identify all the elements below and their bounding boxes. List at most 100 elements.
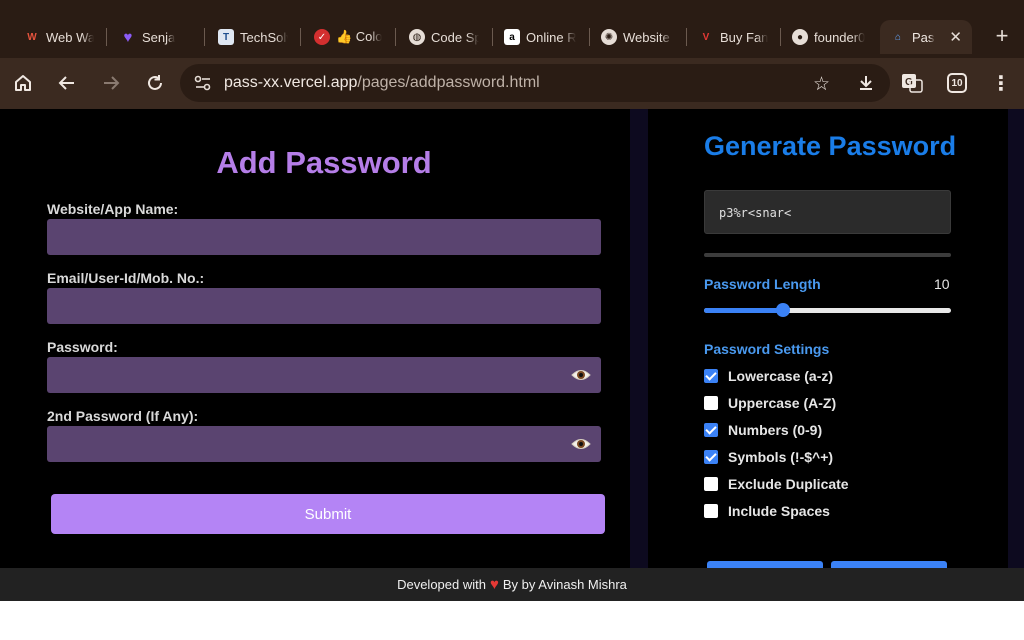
tab-strip: W Web Wall ♥ Senja T TechSolv ✓ 👍 Color … xyxy=(0,0,1024,58)
tab-2[interactable]: T TechSolv xyxy=(208,20,298,54)
option-include-spaces[interactable]: Include Spaces xyxy=(704,503,830,519)
password2-label: 2nd Password (If Any): xyxy=(47,408,199,424)
site-settings-icon[interactable] xyxy=(194,75,212,96)
password-length-label: Password Length xyxy=(704,276,821,292)
tab-title: Website C xyxy=(623,29,673,45)
tab-3[interactable]: ✓ 👍 Color xyxy=(304,20,392,54)
tab-title: Buy Fanc xyxy=(720,29,768,45)
globe-favicon-icon: ◍ xyxy=(409,29,425,45)
option-label: Include Spaces xyxy=(728,503,830,519)
tab-active-password[interactable]: ⌂ Passw ✕ xyxy=(880,20,972,54)
tab-5[interactable]: a Online Re xyxy=(494,20,586,54)
wall-favicon-icon: W xyxy=(27,31,37,43)
option-symbols[interactable]: Symbols (!-$^+) xyxy=(704,449,833,465)
option-exclude-duplicate[interactable]: Exclude Duplicate xyxy=(704,476,849,492)
option-numbers[interactable]: Numbers (0-9) xyxy=(704,422,822,438)
tab-6[interactable]: ✺ Website C xyxy=(591,20,683,54)
bookmark-star-icon[interactable]: ☆ xyxy=(813,73,830,96)
generate-password-title: Generate Password xyxy=(704,131,957,161)
eye-icon[interactable] xyxy=(571,435,591,453)
footer: Developed with ♥ By by Avinash Mishra xyxy=(0,568,1024,601)
svg-text:G: G xyxy=(905,77,913,88)
new-tab-icon[interactable]: + xyxy=(990,24,1014,48)
tab-title: Web Wall xyxy=(46,29,94,45)
translate-extension-icon[interactable]: G xyxy=(899,70,925,96)
password-settings-label: Password Settings xyxy=(704,341,830,357)
strength-bar xyxy=(704,253,951,257)
tab-title: founder0 xyxy=(814,29,866,45)
password-favicon-icon: ⌂ xyxy=(894,31,902,43)
checkbox[interactable] xyxy=(704,504,718,518)
chatgpt-favicon-icon: ✺ xyxy=(601,29,617,45)
tab-title: Online Re xyxy=(526,29,576,45)
reload-icon[interactable] xyxy=(142,70,168,96)
back-icon[interactable] xyxy=(54,70,80,96)
shop-favicon-icon: V xyxy=(702,31,710,43)
techsolv-favicon-icon: T xyxy=(218,29,234,45)
generate-password-panel: Generate Password p3%r<snar< Password Le… xyxy=(648,109,1008,568)
password-label: Password: xyxy=(47,339,118,355)
tab-title: Senja xyxy=(142,29,176,45)
submit-button[interactable]: Submit xyxy=(51,494,605,534)
checkbox[interactable] xyxy=(704,396,718,410)
address-bar[interactable]: pass-xx.vercel.app/pages/addpassword.htm… xyxy=(180,64,890,102)
slider-knob[interactable] xyxy=(776,303,791,317)
browser-toolbar: pass-xx.vercel.app/pages/addpassword.htm… xyxy=(0,58,1024,109)
close-icon[interactable]: ✕ xyxy=(949,28,962,46)
email-label: Email/User-Id/Mob. No.: xyxy=(47,270,205,286)
download-icon[interactable] xyxy=(857,74,875,97)
heart-favicon-icon: ♥ xyxy=(123,28,133,46)
browser-bottom-area xyxy=(0,601,1024,640)
footer-suffix: By by Avinash Mishra xyxy=(502,577,627,592)
option-label: Symbols (!-$^+) xyxy=(728,449,834,465)
generated-password-field[interactable]: p3%r<snar< xyxy=(704,190,951,234)
tab-title: TechSolv xyxy=(240,29,288,45)
tab-title: Passw xyxy=(912,29,935,45)
option-uppercase[interactable]: Uppercase (A-Z) xyxy=(704,395,836,411)
footer-prefix: Developed with xyxy=(397,577,486,592)
github-favicon-icon: ● xyxy=(792,29,808,45)
add-password-panel: Add Password Website/App Name: Email/Use… xyxy=(0,109,630,568)
panel-divider xyxy=(630,109,648,568)
option-label: Numbers (0-9) xyxy=(728,422,823,438)
password-length-slider[interactable] xyxy=(704,303,951,317)
url-text: pass-xx.vercel.app/pages/addpassword.htm… xyxy=(224,74,540,92)
checkbox[interactable] xyxy=(704,423,718,437)
option-label: Exclude Duplicate xyxy=(728,476,849,492)
forward-icon[interactable] xyxy=(98,70,124,96)
password-length-value: 10 xyxy=(934,276,950,292)
heart-icon: ♥ xyxy=(489,576,499,593)
website-label: Website/App Name: xyxy=(47,201,179,217)
amazon-favicon-icon: a xyxy=(504,29,520,45)
checkbox[interactable] xyxy=(704,477,718,491)
tab-0[interactable]: W Web Wall xyxy=(14,20,104,54)
email-input[interactable] xyxy=(47,288,601,324)
home-icon[interactable] xyxy=(10,70,36,96)
url-host: pass-xx.vercel.app xyxy=(224,74,358,91)
page-viewport: Add Password Website/App Name: Email/Use… xyxy=(0,109,1024,568)
checkbox[interactable] xyxy=(704,369,718,383)
url-path: /pages/addpassword.html xyxy=(357,74,540,91)
generate-button[interactable] xyxy=(707,561,823,568)
add-password-title: Add Password xyxy=(216,145,432,180)
password-input[interactable] xyxy=(47,357,601,393)
option-label: Lowercase (a-z) xyxy=(728,368,834,384)
option-label: Uppercase (A-Z) xyxy=(728,395,837,411)
page-edge xyxy=(1008,109,1024,568)
website-input[interactable] xyxy=(47,219,601,255)
menu-kebab-icon[interactable]: ⋮ xyxy=(988,70,1014,96)
tab-8[interactable]: ● founder0 xyxy=(782,20,876,54)
option-lowercase[interactable]: Lowercase (a-z) xyxy=(704,368,833,384)
color-favicon-icon: ✓ xyxy=(314,29,330,45)
password2-input[interactable] xyxy=(47,426,601,462)
tab-1[interactable]: ♥ Senja xyxy=(110,20,202,54)
eye-icon[interactable] xyxy=(571,366,591,384)
checkbox[interactable] xyxy=(704,450,718,464)
tab-title: 👍 Color xyxy=(336,29,382,44)
copy-button[interactable] xyxy=(831,561,947,568)
tab-7[interactable]: V Buy Fanc xyxy=(688,20,778,54)
extension-badge-icon[interactable]: 10 xyxy=(944,70,970,96)
tab-4[interactable]: ◍ Code Spa xyxy=(399,20,489,54)
slider-fill xyxy=(704,308,784,313)
tab-title: Code Spa xyxy=(431,29,479,45)
